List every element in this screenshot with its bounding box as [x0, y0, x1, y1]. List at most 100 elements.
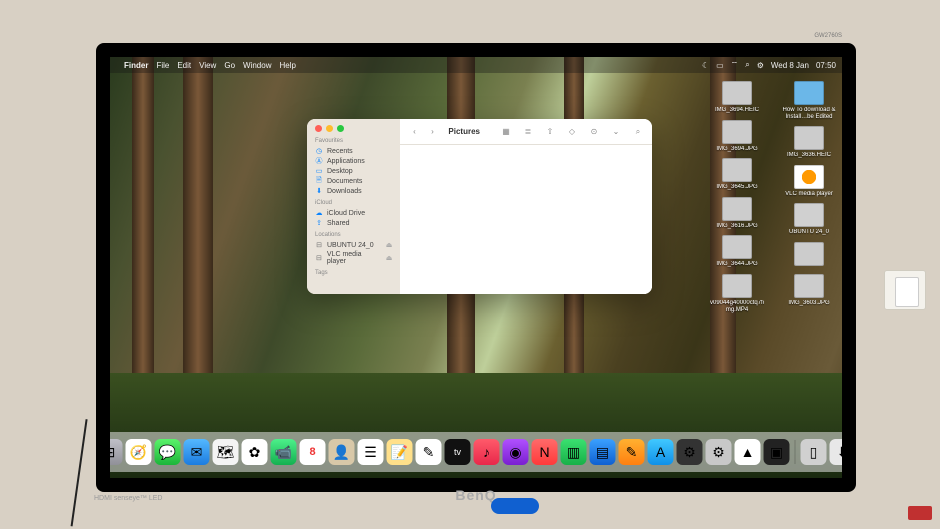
control-center-icon[interactable]: ⚙ — [757, 61, 764, 70]
desktop-folder[interactable]: How To download & Install…be Edited — [782, 81, 836, 120]
dock-reminders[interactable]: ☰ — [358, 439, 384, 465]
zoom-button[interactable] — [337, 125, 344, 132]
forward-button[interactable]: › — [426, 126, 438, 138]
dock-tv[interactable]: tv — [445, 439, 471, 465]
sidebar-section-locations: Locations — [315, 232, 392, 238]
menubar-date[interactable]: Wed 8 Jan — [771, 61, 809, 70]
menubar-app[interactable]: Finder — [124, 61, 148, 70]
dock-terminal[interactable]: ▣ — [764, 439, 790, 465]
dock-separator — [795, 440, 796, 464]
dock-launchpad[interactable]: ⊞ — [110, 439, 123, 465]
dock-news[interactable]: N — [532, 439, 558, 465]
document-icon: 🗎 — [315, 177, 323, 185]
menu-view[interactable]: View — [199, 61, 216, 70]
desktop-file[interactable]: IMG_3636.HEIC — [782, 126, 836, 159]
desk-object — [908, 506, 932, 520]
desktop-file[interactable]: IMG_3694.HEIC — [710, 81, 764, 114]
sidebar-item-recents[interactable]: ◷Recents — [315, 146, 392, 156]
dock-iphone-mirror[interactable]: ▯ — [801, 439, 827, 465]
dnd-icon[interactable]: ☾ — [702, 61, 709, 70]
dock-mail[interactable]: ✉ — [184, 439, 210, 465]
menu-help[interactable]: Help — [279, 61, 295, 70]
desktop-drive[interactable]: UBUNTU 24_0 — [782, 203, 836, 236]
dock-utility[interactable]: ⚙ — [677, 439, 703, 465]
finder-content-empty[interactable] — [400, 145, 652, 294]
finder-main: ‹ › Pictures ▦ ≣ ⇧ ◇ ⊙ ⌄ ⌕ — [400, 119, 652, 294]
dock-contacts[interactable]: 👤 — [329, 439, 355, 465]
eject-icon[interactable]: ⏏ — [386, 254, 393, 262]
desktop-file[interactable]: IMG_3694.JPG — [710, 120, 764, 153]
wall-switch — [884, 270, 926, 310]
eject-icon[interactable]: ⏏ — [386, 241, 393, 249]
menu-edit[interactable]: Edit — [177, 61, 191, 70]
minimize-button[interactable] — [326, 125, 333, 132]
dock-safari[interactable]: 🧭 — [126, 439, 152, 465]
sidebar-section-favourites: Favourites — [315, 138, 392, 144]
desktop-app-vlc[interactable]: VLC media player — [782, 165, 836, 198]
share-button[interactable]: ⇧ — [544, 126, 556, 138]
dock-podcasts[interactable]: ◉ — [503, 439, 529, 465]
monitor-brand: BenQ — [455, 487, 496, 503]
sidebar-item-documents[interactable]: 🗎Documents — [315, 176, 392, 186]
dock-music[interactable]: ♪ — [474, 439, 500, 465]
close-button[interactable] — [315, 125, 322, 132]
sidebar-section-icloud: iCloud — [315, 200, 392, 206]
menu-go[interactable]: Go — [224, 61, 235, 70]
back-button[interactable]: ‹ — [408, 126, 420, 138]
sidebar-item-ubuntu[interactable]: ⊟UBUNTU 24_0⏏ — [315, 240, 392, 250]
search-button[interactable]: ⌕ — [632, 126, 644, 138]
menubar-time[interactable]: 07:50 — [816, 61, 836, 70]
dock-keynote[interactable]: ▤ — [590, 439, 616, 465]
sidebar-item-vlc[interactable]: ⊟VLC media player⏏ — [315, 250, 392, 266]
sidebar-item-downloads[interactable]: ⬇Downloads — [315, 186, 392, 196]
dock-maps[interactable]: 🗺 — [213, 439, 239, 465]
sidebar-item-icloud-drive[interactable]: ☁iCloud Drive — [315, 208, 392, 218]
dock-settings[interactable]: ⚙ — [706, 439, 732, 465]
action-button[interactable]: ⊙ — [588, 126, 600, 138]
finder-toolbar: ‹ › Pictures ▦ ≣ ⇧ ◇ ⊙ ⌄ ⌕ — [400, 119, 652, 145]
sidebar-item-desktop[interactable]: ▭Desktop — [315, 166, 392, 176]
shared-icon: ⇪ — [315, 219, 323, 227]
dock-downloads[interactable]: ⬇ — [830, 439, 843, 465]
desktop-file[interactable]: IMG_3644.JPG — [710, 235, 764, 268]
desktop-file[interactable]: v09044g40000ctq7foveg…mg.MP4 — [710, 274, 764, 313]
dock-numbers[interactable]: ▥ — [561, 439, 587, 465]
battery-icon[interactable]: ▭ — [716, 61, 724, 70]
finder-sidebar: Favourites ◷Recents ⒶApplications ▭Deskt… — [307, 119, 400, 294]
menu-window[interactable]: Window — [243, 61, 271, 70]
spotlight-icon[interactable]: ⌕ — [745, 60, 749, 70]
cloud-icon: ☁ — [315, 209, 323, 217]
desktop-file[interactable] — [782, 242, 836, 268]
dock-messages[interactable]: 💬 — [155, 439, 181, 465]
monitor-model: GW2760S — [814, 33, 842, 39]
dock-calendar[interactable]: 8 — [300, 439, 326, 465]
chevron-down-icon[interactable]: ⌄ — [610, 126, 622, 138]
desktop-icon: ▭ — [315, 167, 323, 175]
monitor-frame: GW2760S Finder File Edit View Go Window … — [96, 43, 856, 492]
view-icons-button[interactable]: ▦ — [500, 126, 512, 138]
dock-notes[interactable]: 📝 — [387, 439, 413, 465]
menu-file[interactable]: File — [156, 61, 169, 70]
desktop-file[interactable]: IMG_3616.JPG — [710, 197, 764, 230]
dock-freeform[interactable]: ✎ — [416, 439, 442, 465]
dock-vlc[interactable]: ▲ — [735, 439, 761, 465]
dock-facetime[interactable]: 📹 — [271, 439, 297, 465]
wifi-icon[interactable]: ⌔ — [731, 60, 739, 70]
dock-photos[interactable]: ✿ — [242, 439, 268, 465]
dock-appstore[interactable]: A — [648, 439, 674, 465]
finder-window[interactable]: Favourites ◷Recents ⒶApplications ▭Deskt… — [307, 119, 652, 294]
group-button[interactable]: ≣ — [522, 126, 534, 138]
sidebar-item-shared[interactable]: ⇪Shared — [315, 218, 392, 228]
drive-icon: ⊟ — [315, 254, 323, 262]
sidebar-item-applications[interactable]: ⒶApplications — [315, 156, 392, 166]
apps-icon: Ⓐ — [315, 157, 323, 165]
dock-pages[interactable]: ✎ — [619, 439, 645, 465]
screen: Finder File Edit View Go Window Help ☾ ▭… — [110, 57, 842, 478]
desktop-file[interactable]: IMG_3603.JPG — [782, 274, 836, 307]
desktop-file[interactable]: IMG_3645.JPG — [710, 158, 764, 191]
drive-icon: ⊟ — [315, 241, 323, 249]
menubar: Finder File Edit View Go Window Help ☾ ▭… — [110, 57, 842, 73]
tags-button[interactable]: ◇ — [566, 126, 578, 138]
finder-title: Pictures — [448, 127, 480, 136]
clock-icon: ◷ — [315, 147, 323, 155]
